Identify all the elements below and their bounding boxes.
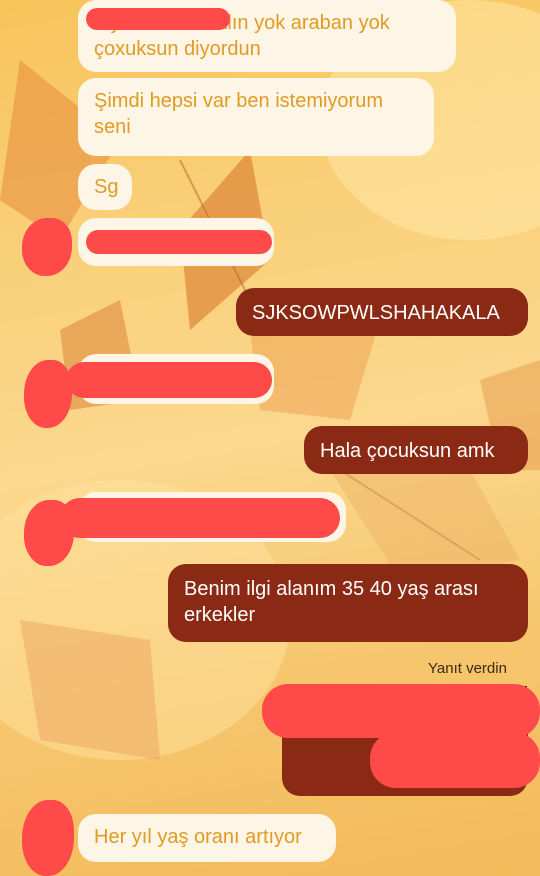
redaction-overlay: [66, 362, 272, 398]
message-text: SJKSOWPWLSHAHAKALA: [252, 302, 500, 324]
message-text: Her yıl yaş oranı artıyor: [94, 826, 302, 848]
message-text: Hala çocuksun amk: [320, 440, 495, 462]
message-text: Şimdi hepsi var ben istemiyorum seni: [94, 90, 383, 138]
redaction-overlay: [86, 8, 230, 30]
message-text: Sg: [94, 176, 119, 198]
redaction-overlay: [86, 230, 272, 254]
reply-indicator-label: Yanıt verdin: [428, 660, 507, 677]
outgoing-message-2[interactable]: Hala çocuksun amk: [304, 426, 528, 474]
outgoing-message-1[interactable]: SJKSOWPWLSHAHAKALA: [236, 288, 528, 336]
outgoing-message-3[interactable]: Benim ilgi alanım 35 40 yaş arası erkekl…: [168, 564, 528, 642]
sender-avatar: [24, 360, 72, 428]
redaction-overlay: [370, 732, 540, 788]
sender-avatar: [22, 218, 72, 276]
incoming-message-2[interactable]: Şimdi hepsi var ben istemiyorum seni: [78, 78, 434, 156]
incoming-message-3[interactable]: Sg: [78, 164, 132, 210]
message-text: Benim ilgi alanım 35 40 yaş arası erkekl…: [184, 578, 479, 626]
redaction-overlay: [60, 498, 340, 538]
redaction-overlay: [262, 684, 540, 738]
sender-avatar: [22, 800, 74, 876]
incoming-message-4[interactable]: Her yıl yaş oranı artıyor: [78, 814, 336, 862]
